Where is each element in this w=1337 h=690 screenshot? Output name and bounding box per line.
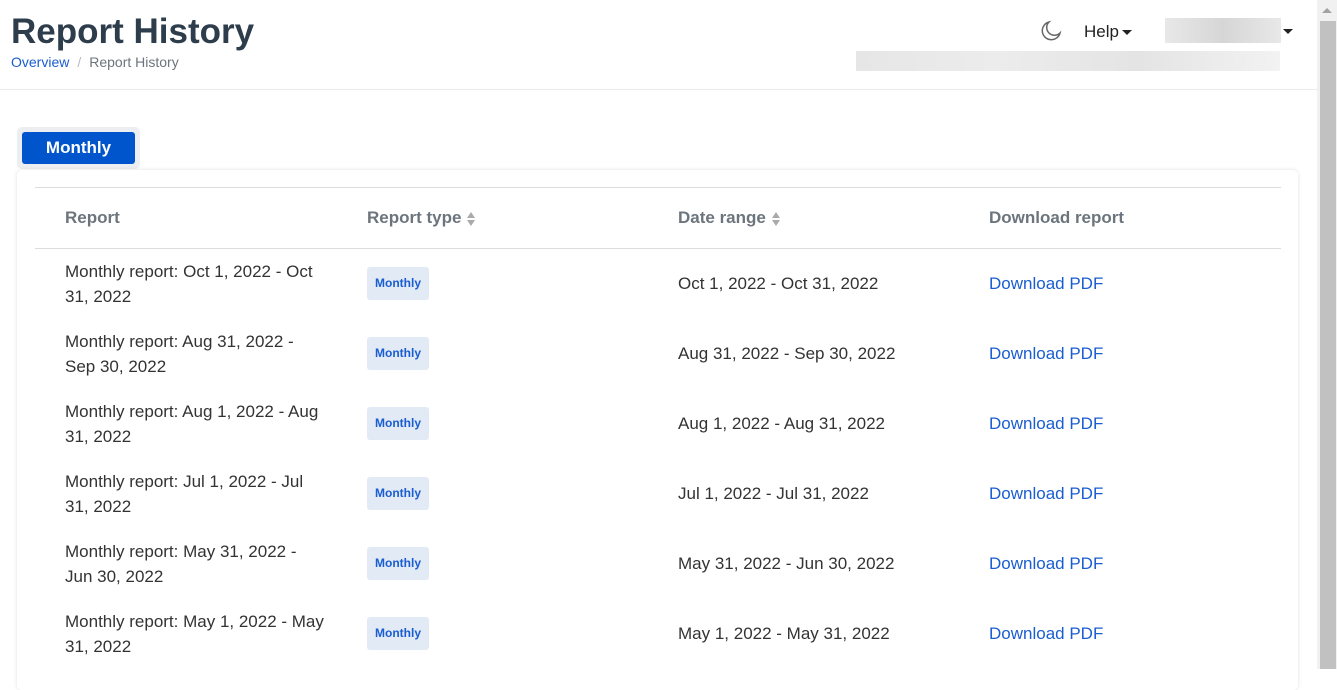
report-name-text: Monthly report: May 31, 2022 - Jun 30, 2…	[65, 541, 297, 586]
date-range: Aug 1, 2022 - Aug 31, 2022	[678, 414, 886, 433]
scrollbar-thumb[interactable]	[1320, 21, 1336, 669]
column-header-date-range[interactable]: Date range	[648, 187, 959, 249]
date-range: Aug 31, 2022 - Sep 30, 2022	[678, 344, 896, 363]
download-pdf-link[interactable]: Download PDF	[989, 554, 1103, 573]
report-type-badge: Monthly	[367, 617, 429, 650]
download-pdf-link[interactable]: Download PDF	[989, 484, 1103, 503]
download-cell: Download PDF	[959, 529, 1281, 599]
tab-monthly[interactable]: Monthly	[22, 132, 135, 164]
download-pdf-link[interactable]: Download PDF	[989, 274, 1103, 293]
table-row: Monthly report: Jul 1, 2022 - Jul 31, 20…	[35, 459, 1281, 529]
column-label: Report type	[367, 208, 462, 227]
report-name: Monthly report: May 31, 2022 - Jun 30, 2…	[35, 529, 337, 599]
breadcrumb-separator: /	[77, 54, 82, 70]
download-pdf-link[interactable]: Download PDF	[989, 414, 1103, 433]
report-name: Monthly report: Jul 1, 2022 - Jul 31, 20…	[35, 459, 337, 529]
report-name-text: Monthly report: Jul 1, 2022 - Jul 31, 20…	[65, 471, 304, 516]
report-table-card: Report Report type Date range Download r…	[17, 170, 1298, 690]
report-type-cell: Monthly	[337, 389, 648, 459]
scroll-up-arrow-icon[interactable]	[1322, 8, 1332, 13]
breadcrumb-overview-link[interactable]: Overview	[11, 54, 69, 70]
column-header-download: Download report	[959, 187, 1281, 249]
report-table: Report Report type Date range Download r…	[35, 187, 1281, 669]
date-range: Jul 1, 2022 - Jul 31, 2022	[678, 484, 869, 503]
download-cell: Download PDF	[959, 319, 1281, 389]
download-cell: Download PDF	[959, 599, 1281, 669]
caret-down-icon	[1121, 30, 1132, 36]
report-type-badge: Monthly	[367, 407, 429, 440]
report-type-badge: Monthly	[367, 547, 429, 580]
page-title: Report History	[11, 12, 255, 51]
table-row: Monthly report: Oct 1, 2022 - Oct 31, 20…	[35, 249, 1281, 319]
download-cell: Download PDF	[959, 389, 1281, 459]
help-dropdown[interactable]: Help	[1084, 22, 1132, 42]
table-row: Monthly report: May 1, 2022 - May 31, 20…	[35, 599, 1281, 669]
report-type-cell: Monthly	[337, 529, 648, 599]
column-header-report-type[interactable]: Report type	[337, 187, 648, 249]
column-label: Date range	[678, 208, 766, 227]
date-range: Oct 1, 2022 - Oct 31, 2022	[678, 274, 879, 294]
report-type-cell: Monthly	[337, 459, 648, 529]
sort-icon[interactable]	[771, 211, 781, 226]
table-row: Monthly report: Aug 1, 2022 - Aug 31, 20…	[35, 389, 1281, 459]
column-header-report: Report	[35, 187, 337, 249]
user-menu-redacted[interactable]	[1165, 18, 1281, 43]
report-name: Monthly report: May 1, 2022 - May 31, 20…	[35, 599, 337, 669]
report-name-text: Monthly report: May 1, 2022 - May 31, 20…	[65, 611, 324, 656]
user-menu-caret-icon[interactable]	[1283, 29, 1293, 34]
help-label: Help	[1084, 22, 1119, 41]
breadcrumb-current: Report History	[89, 54, 179, 70]
date-range: May 31, 2022 - Jun 30, 2022	[678, 554, 895, 573]
table-row: Monthly report: May 31, 2022 - Jun 30, 2…	[35, 529, 1281, 599]
report-name: Monthly report: Oct 1, 2022 - Oct 31, 20…	[35, 249, 337, 319]
download-pdf-link[interactable]: Download PDF	[989, 344, 1103, 363]
report-type-cell: Monthly	[337, 599, 648, 669]
breadcrumb: Overview / Report History	[11, 54, 179, 70]
account-info-redacted	[856, 51, 1280, 71]
report-type-cell: Monthly	[337, 319, 648, 389]
report-type-badge: Monthly	[367, 267, 429, 301]
sort-icon[interactable]	[467, 211, 476, 226]
report-name: Monthly report: Aug 1, 2022 - Aug 31, 20…	[35, 389, 337, 459]
report-type-badge: Monthly	[367, 337, 429, 370]
tab-bar: Monthly	[17, 127, 140, 169]
report-name-text: Monthly report: Oct 1, 2022 - Oct 31, 20…	[65, 261, 313, 306]
report-name: Monthly report: Aug 31, 2022 - Sep 30, 2…	[35, 319, 337, 389]
report-name-text: Monthly report: Aug 31, 2022 - Sep 30, 2…	[65, 331, 294, 376]
dark-mode-moon-icon[interactable]	[1040, 20, 1062, 42]
download-cell: Download PDF	[959, 249, 1281, 319]
download-cell: Download PDF	[959, 459, 1281, 529]
report-name-text: Monthly report: Aug 1, 2022 - Aug 31, 20…	[65, 401, 319, 446]
download-pdf-link[interactable]: Download PDF	[989, 624, 1103, 643]
page-header: Report History Overview / Report History H…	[0, 0, 1317, 90]
table-row: Monthly report: Aug 31, 2022 - Sep 30, 2…	[35, 319, 1281, 389]
report-type-badge: Monthly	[367, 477, 429, 510]
report-type-cell: Monthly	[337, 249, 648, 319]
scrollbar[interactable]	[1317, 0, 1337, 669]
date-range: May 1, 2022 - May 31, 2022	[678, 624, 890, 643]
